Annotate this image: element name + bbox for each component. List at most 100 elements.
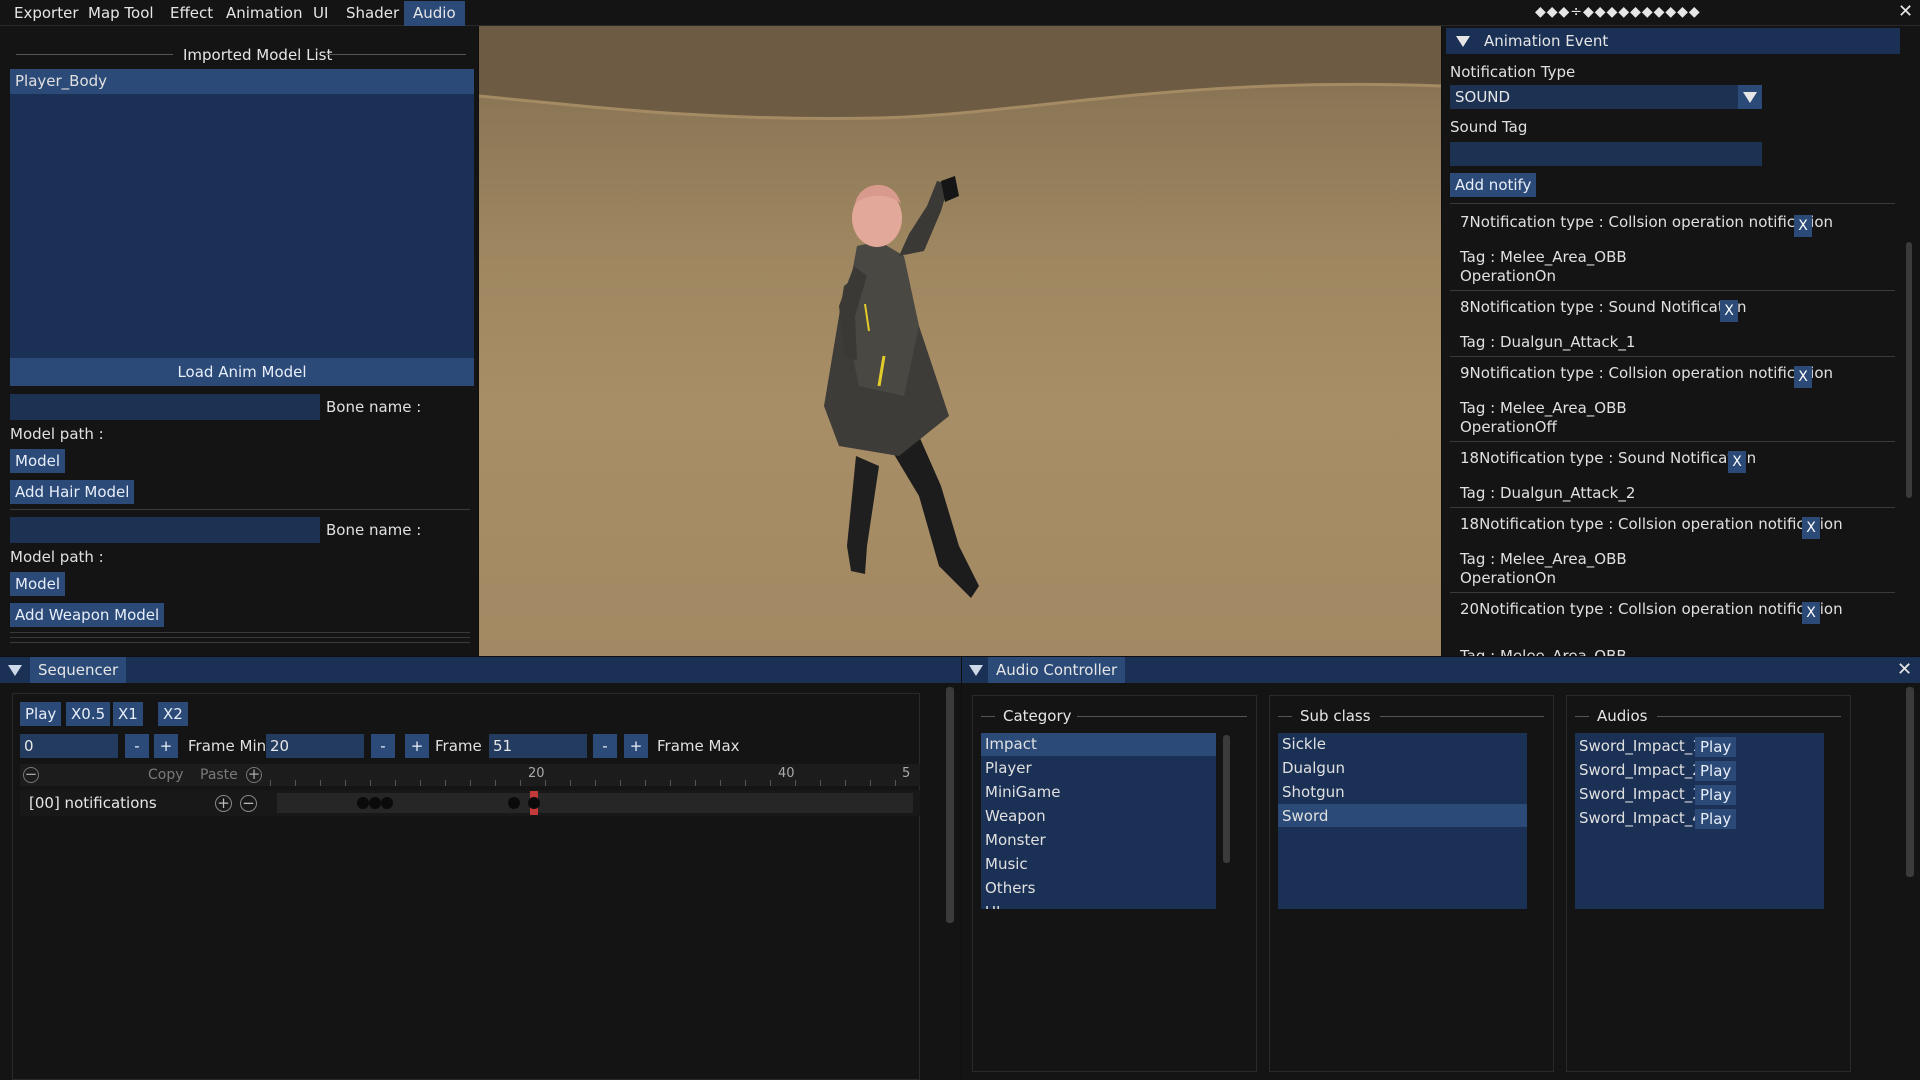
audio-item[interactable]: Sword_Impact_4	[1579, 809, 1702, 827]
category-item[interactable]: MiniGame	[985, 783, 1060, 801]
menu-shader[interactable]: Shader	[346, 4, 399, 22]
speed-x1-button[interactable]: X1	[113, 702, 143, 726]
notification-tag-text: Tag : Dualgun_Attack_1	[1460, 333, 1636, 351]
add-notify-button[interactable]: Add notify	[1450, 173, 1537, 197]
divider	[1450, 441, 1895, 442]
animation-event-panel: Animation Event Notification Type SOUND …	[1442, 26, 1920, 656]
bone-name-input-2[interactable]	[10, 517, 320, 543]
sound-tag-input[interactable]	[1450, 142, 1762, 166]
remove-notification-button[interactable]: X	[1802, 602, 1820, 624]
category-item[interactable]: Others	[985, 879, 1035, 897]
remove-notification-button[interactable]: X	[1720, 300, 1738, 322]
title-line-left	[1278, 716, 1292, 717]
remove-key-icon[interactable]: −	[240, 795, 257, 812]
subclass-item[interactable]: Sickle	[1282, 735, 1326, 753]
frame-min-input[interactable]: 0	[20, 734, 118, 758]
audio-item[interactable]: Sword_Impact_3	[1579, 785, 1702, 803]
category-item[interactable]: Music	[985, 855, 1028, 873]
frame-max-increment[interactable]: +	[624, 734, 648, 758]
category-item[interactable]: Player	[985, 759, 1032, 777]
play-audio-button[interactable]: Play	[1695, 809, 1737, 829]
load-anim-model-button[interactable]: Load Anim Model	[10, 358, 474, 386]
scrollbar-thumb[interactable]	[1906, 242, 1912, 498]
viewport[interactable]	[479, 26, 1441, 656]
category-group: Category Impact Player MiniGame Weapon M…	[972, 695, 1257, 1072]
play-audio-button[interactable]: Play	[1695, 785, 1737, 805]
keyframe[interactable]	[357, 797, 369, 809]
bone-name-input[interactable]	[10, 394, 320, 420]
keyframe[interactable]	[369, 797, 381, 809]
keyframe[interactable]	[381, 797, 393, 809]
category-item[interactable]: Monster	[985, 831, 1046, 849]
copy-label[interactable]: Copy	[148, 767, 184, 783]
category-item[interactable]: Impact	[985, 735, 1037, 753]
animation-event-header[interactable]: Animation Event	[1446, 28, 1900, 54]
audios-title: Audios	[1597, 707, 1648, 725]
notification-extra-text: OperationOff	[1460, 418, 1557, 436]
menu-exporter[interactable]: Exporter	[14, 4, 79, 22]
subclass-list: Sickle Dualgun Shotgun Sword	[1278, 733, 1527, 909]
speed-x2-button[interactable]: X2	[158, 702, 188, 726]
subclass-title: Sub class	[1300, 707, 1371, 725]
category-item[interactable]: UI	[985, 903, 1000, 909]
category-scrollbar[interactable]	[1223, 735, 1230, 863]
audio-item[interactable]: Sword_Impact_1	[1579, 737, 1702, 755]
menu-animation[interactable]: Animation	[226, 4, 302, 22]
menu-ui[interactable]: UI	[313, 4, 328, 22]
subclass-item[interactable]: Dualgun	[1282, 759, 1345, 777]
remove-notification-button[interactable]: X	[1802, 517, 1820, 539]
model-button[interactable]: Model	[10, 449, 66, 473]
play-audio-button[interactable]: Play	[1695, 761, 1737, 781]
frame-min-decrement[interactable]: -	[125, 734, 149, 758]
add-hair-model-button[interactable]: Add Hair Model	[10, 480, 135, 504]
bone-name-label: Bone name :	[326, 398, 422, 416]
add-key-icon[interactable]: +	[215, 795, 232, 812]
menu-map-tool[interactable]: Map Tool	[88, 4, 154, 22]
frame-increment[interactable]: +	[405, 734, 429, 758]
track-row[interactable]: [00] notifications + −	[20, 790, 920, 816]
collapse-triangle-icon[interactable]	[969, 665, 983, 676]
add-weapon-model-button[interactable]: Add Weapon Model	[10, 603, 165, 627]
close-icon[interactable]: ✕	[1897, 659, 1912, 680]
subclass-item[interactable]: Sword	[1282, 807, 1328, 825]
collapse-all-icon[interactable]: −	[23, 767, 39, 783]
menu-audio[interactable]: Audio	[404, 1, 465, 26]
audio-controller-scrollbar[interactable]	[1906, 687, 1914, 877]
sequencer-scrollbar[interactable]	[946, 687, 954, 923]
menu-effect[interactable]: Effect	[170, 4, 213, 22]
audio-controller-header[interactable]: Audio Controller ✕	[962, 657, 1920, 683]
notification-type-text: 8Notification type : Sound Notification	[1460, 298, 1747, 316]
sequencer-tab[interactable]: Sequencer	[30, 657, 127, 683]
audio-item[interactable]: Sword_Impact_2	[1579, 761, 1702, 779]
collapse-triangle-icon[interactable]	[8, 665, 22, 676]
remove-notification-button[interactable]: X	[1728, 451, 1746, 473]
notification-type-select[interactable]: SOUND	[1450, 85, 1762, 109]
notification-type-text: 20Notification type : Collsion operation…	[1460, 600, 1843, 618]
close-icon[interactable]: ✕	[1898, 1, 1913, 22]
remove-notification-button[interactable]: X	[1794, 215, 1812, 237]
frame-max-input[interactable]: 51	[489, 734, 587, 758]
add-track-icon[interactable]: +	[246, 767, 262, 783]
bone-name-label-2: Bone name :	[326, 521, 422, 539]
track-lane[interactable]	[277, 791, 913, 815]
category-item[interactable]: Weapon	[985, 807, 1046, 825]
frame-input[interactable]: 20	[266, 734, 364, 758]
paste-label[interactable]: Paste	[200, 767, 238, 783]
speed-x05-button[interactable]: X0.5	[66, 702, 111, 726]
timeline-ruler[interactable]: 20 40 5	[270, 764, 910, 786]
sequencer-header[interactable]: Sequencer	[0, 657, 961, 683]
subclass-item[interactable]: Shotgun	[1282, 783, 1345, 801]
audio-controller-tab[interactable]: Audio Controller	[988, 657, 1126, 683]
remove-notification-button[interactable]: X	[1794, 366, 1812, 388]
dropdown-button[interactable]	[1738, 85, 1762, 109]
collapse-triangle-icon[interactable]	[1456, 36, 1470, 47]
keyframe[interactable]	[528, 797, 540, 809]
play-button[interactable]: Play	[20, 702, 62, 726]
keyframe[interactable]	[508, 797, 520, 809]
play-audio-button[interactable]: Play	[1695, 737, 1737, 757]
model-button-2[interactable]: Model	[10, 572, 66, 596]
frame-decrement[interactable]: -	[371, 734, 395, 758]
frame-max-decrement[interactable]: -	[593, 734, 617, 758]
chevron-down-icon	[1743, 92, 1757, 103]
frame-min-increment[interactable]: +	[154, 734, 178, 758]
